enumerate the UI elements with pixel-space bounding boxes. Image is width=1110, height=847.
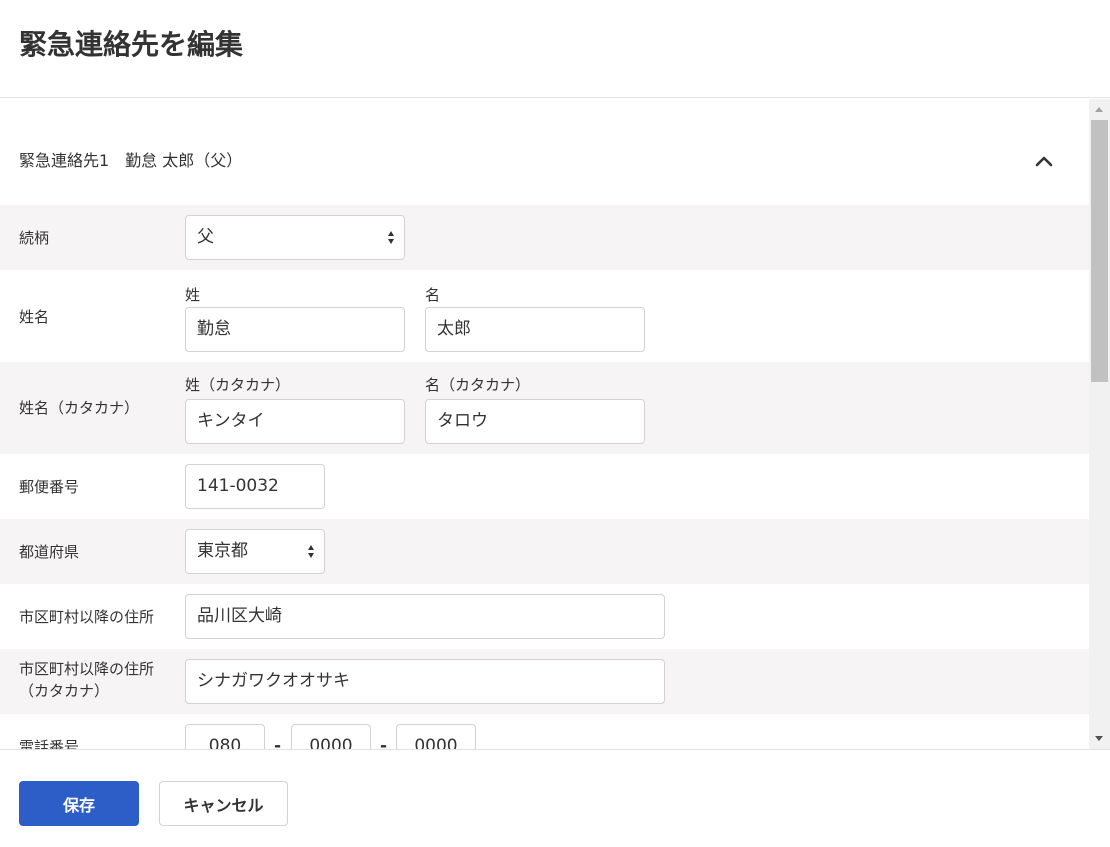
address-kana-input[interactable]: シナガワクオオサキ xyxy=(185,659,665,704)
last-name-kana-label: 姓（カタカナ） xyxy=(185,376,291,394)
address-label: 市区町村以降の住所 xyxy=(19,608,155,626)
first-name-kana-label: 名（カタカナ） xyxy=(425,376,531,394)
phone-separator: - xyxy=(380,736,388,749)
dialog-footer: 保存 キャンセル xyxy=(0,749,1110,847)
relationship-select[interactable]: 父 xyxy=(185,215,405,260)
phone-row: 電話番号 080 - 0000 - 0000 xyxy=(0,714,1089,749)
section-title: 緊急連絡先1 勤怠 太郎（父） xyxy=(19,151,243,170)
name-label: 姓名 xyxy=(19,308,50,326)
address-input[interactable]: 品川区大崎 xyxy=(185,594,665,639)
relationship-value: 父 xyxy=(197,227,214,247)
phone-part2-input[interactable]: 0000 xyxy=(291,724,371,749)
name-kana-row: 姓名（カタカナ） 姓（カタカナ） キンタイ 名（カタカナ） タロウ xyxy=(0,362,1089,454)
prefecture-value: 東京都 xyxy=(197,541,248,561)
address-kana-label: 市区町村以降の住所 （カタカナ） xyxy=(19,658,154,702)
relationship-row: 続柄 父 xyxy=(0,205,1089,270)
section-header[interactable]: 緊急連絡先1 勤怠 太郎（父） xyxy=(0,99,1089,205)
dialog-header: 緊急連絡先を編集 xyxy=(0,0,1110,98)
select-arrows-icon xyxy=(308,545,316,559)
vertical-scrollbar[interactable] xyxy=(1089,99,1110,749)
address-kana-label-line2: （カタカナ） xyxy=(19,682,110,700)
last-name-kana-input[interactable]: キンタイ xyxy=(185,399,405,444)
postal-code-input[interactable]: 141-0032 xyxy=(185,464,325,509)
name-kana-label: 姓名（カタカナ） xyxy=(19,399,140,417)
scroll-thumb[interactable] xyxy=(1091,120,1108,382)
phone-separator: - xyxy=(274,736,282,749)
scroll-down-arrow-icon[interactable] xyxy=(1089,728,1110,749)
save-button[interactable]: 保存 xyxy=(19,781,139,826)
relationship-label: 続柄 xyxy=(19,229,50,247)
phone-part1-input[interactable]: 080 xyxy=(185,724,265,749)
scroll-up-arrow-icon[interactable] xyxy=(1089,99,1110,120)
prefecture-select[interactable]: 東京都 xyxy=(185,529,325,574)
prefecture-label: 都道府県 xyxy=(19,543,80,561)
first-name-label: 名 xyxy=(425,286,441,304)
address-kana-row: 市区町村以降の住所 （カタカナ） シナガワクオオサキ xyxy=(0,649,1089,714)
phone-label: 電話番号 xyxy=(19,738,80,749)
prefecture-row: 都道府県 東京都 xyxy=(0,519,1089,584)
chevron-up-icon[interactable] xyxy=(1034,151,1054,171)
first-name-input[interactable]: 太郎 xyxy=(425,307,645,352)
form-content: 緊急連絡先1 勤怠 太郎（父） 続柄 父 姓名 姓 勤怠 名 太郎 姓名（カタカ… xyxy=(0,99,1089,749)
last-name-label: 姓 xyxy=(185,286,201,304)
first-name-kana-input[interactable]: タロウ xyxy=(425,399,645,444)
phone-part3-input[interactable]: 0000 xyxy=(396,724,476,749)
address-kana-label-line1: 市区町村以降の住所 xyxy=(19,660,155,678)
page-title: 緊急連絡先を編集 xyxy=(19,28,244,61)
postal-code-row: 郵便番号 141-0032 xyxy=(0,454,1089,519)
postal-code-label: 郵便番号 xyxy=(19,478,80,496)
form-scroll-area[interactable]: 緊急連絡先1 勤怠 太郎（父） 続柄 父 姓名 姓 勤怠 名 太郎 姓名（カタカ… xyxy=(0,99,1110,749)
last-name-input[interactable]: 勤怠 xyxy=(185,307,405,352)
cancel-button[interactable]: キャンセル xyxy=(159,781,288,826)
name-row: 姓名 姓 勤怠 名 太郎 xyxy=(0,270,1089,362)
select-arrows-icon xyxy=(388,231,396,245)
address-row: 市区町村以降の住所 品川区大崎 xyxy=(0,584,1089,649)
